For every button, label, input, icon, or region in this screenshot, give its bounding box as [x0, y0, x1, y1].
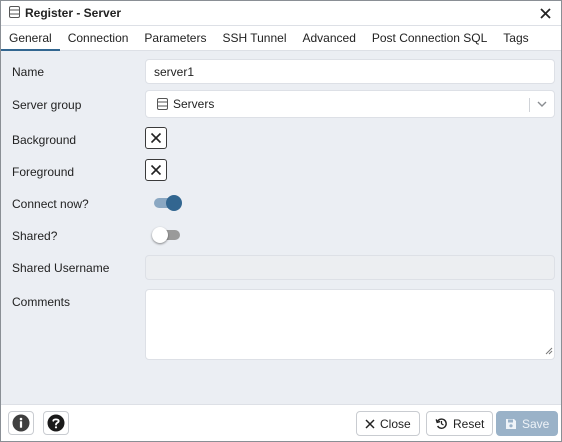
toggle-knob — [152, 227, 168, 243]
tab-post-connection-sql[interactable]: Post Connection SQL — [364, 26, 495, 50]
shared-toggle[interactable] — [152, 227, 182, 243]
help-button[interactable] — [43, 411, 69, 435]
close-button[interactable]: Close — [356, 411, 420, 436]
connect-now-toggle[interactable] — [152, 195, 182, 211]
reset-icon — [435, 418, 447, 429]
clear-color-icon — [150, 132, 162, 144]
connect-now-label: Connect now? — [12, 197, 89, 211]
server-group-label: Server group — [12, 98, 82, 112]
shared-label: Shared? — [12, 229, 58, 243]
tab-parameters[interactable]: Parameters — [136, 26, 214, 50]
name-input[interactable]: server1 — [145, 59, 555, 84]
chevron-down-icon[interactable] — [535, 97, 549, 114]
foreground-color-picker[interactable] — [145, 159, 167, 181]
name-label: Name — [12, 65, 45, 79]
tab-ssh-tunnel[interactable]: SSH Tunnel — [214, 26, 294, 50]
dialog-title: Register - Server — [25, 6, 122, 20]
shared-username-input — [145, 255, 555, 280]
info-button[interactable] — [8, 411, 34, 435]
dialog-footer: Close Reset Save — [1, 404, 561, 441]
toggle-knob — [166, 195, 182, 211]
comments-label: Comments — [12, 295, 71, 309]
background-label: Background — [12, 133, 77, 147]
tab-advanced[interactable]: Advanced — [295, 26, 364, 50]
shared-username-label: Shared Username — [12, 261, 110, 275]
register-server-dialog: Register - Server General Connection Par… — [0, 0, 562, 442]
select-divider — [529, 98, 530, 112]
server-icon — [9, 5, 20, 21]
close-icon — [365, 418, 375, 429]
close-button-label: Close — [380, 416, 411, 431]
reset-button[interactable]: Reset — [426, 411, 494, 436]
save-button-label: Save — [522, 416, 550, 431]
close-icon[interactable] — [537, 5, 553, 21]
help-icon — [47, 414, 65, 432]
server-group-value: Servers — [173, 97, 215, 111]
tab-connection[interactable]: Connection — [60, 26, 137, 50]
clear-color-icon — [150, 164, 162, 176]
reset-button-label: Reset — [453, 416, 485, 431]
background-color-picker[interactable] — [145, 127, 167, 149]
tab-general[interactable]: General — [1, 26, 60, 51]
foreground-label: Foreground — [12, 165, 75, 179]
server-group-icon — [157, 98, 168, 110]
save-icon — [506, 418, 516, 429]
tab-tags[interactable]: Tags — [495, 26, 536, 50]
resize-handle-icon[interactable] — [545, 344, 553, 358]
dialog-titlebar: Register - Server — [1, 1, 561, 26]
save-button[interactable]: Save — [496, 411, 559, 436]
server-group-select[interactable]: Servers — [145, 90, 555, 118]
comments-textarea[interactable] — [145, 289, 555, 360]
info-icon — [12, 414, 30, 432]
tab-bar: General Connection Parameters SSH Tunnel… — [1, 26, 561, 51]
